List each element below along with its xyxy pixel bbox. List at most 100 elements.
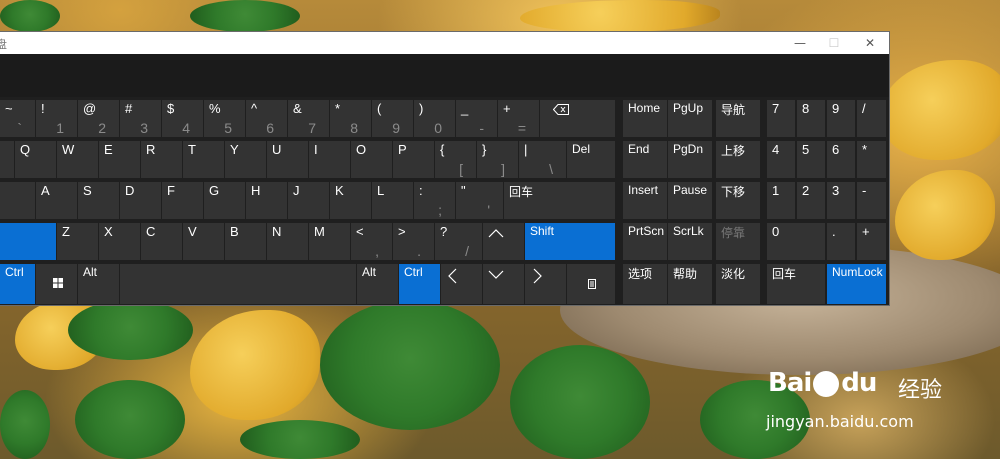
key-alt-left[interactable]: Alt <box>78 264 119 304</box>
key-z[interactable]: Z <box>57 223 98 260</box>
key-s[interactable]: S <box>78 182 119 219</box>
minimize-button[interactable]: — <box>784 32 816 54</box>
key-equals[interactable]: + = <box>498 100 539 137</box>
key-num-9[interactable]: 9 <box>827 100 855 137</box>
key-scrlk[interactable]: ScrLk <box>668 223 712 260</box>
key-arrow-right[interactable] <box>525 264 566 304</box>
key-o[interactable]: O <box>351 141 392 178</box>
key-t[interactable]: T <box>183 141 224 178</box>
key-tilde[interactable]: ~ ` <box>0 100 35 137</box>
key-a[interactable]: A <box>36 182 77 219</box>
key-nav[interactable]: 导航 <box>716 100 760 137</box>
key-0[interactable]: ) 0 <box>414 100 455 137</box>
key-options[interactable]: 选项 <box>623 264 667 304</box>
key-num-enter[interactable]: 回车 <box>767 264 825 304</box>
key-f[interactable]: F <box>162 182 203 219</box>
key-tab[interactable] <box>0 141 14 178</box>
key-d[interactable]: D <box>120 182 161 219</box>
key-comma[interactable]: <, <box>351 223 392 260</box>
key-numlock[interactable]: NumLock <box>827 264 886 304</box>
key-num-add[interactable]: + <box>857 223 886 260</box>
key-num-6[interactable]: 6 <box>827 141 855 178</box>
key-num-multiply[interactable]: * <box>857 141 886 178</box>
key-del[interactable]: Del <box>567 141 615 178</box>
key-num-8[interactable]: 8 <box>797 100 825 137</box>
key-caps[interactable] <box>0 182 35 219</box>
key-pause[interactable]: Pause <box>668 182 712 219</box>
key-ctrl-right[interactable]: Ctrl <box>399 264 440 304</box>
key-num-4[interactable]: 4 <box>767 141 795 178</box>
key-semicolon[interactable]: :; <box>414 182 455 219</box>
key-k[interactable]: K <box>330 182 371 219</box>
key-menu[interactable] <box>567 264 615 304</box>
key-slash[interactable]: ? / <box>435 223 482 260</box>
key-insert[interactable]: Insert <box>623 182 667 219</box>
key-arrow-down[interactable] <box>483 264 524 304</box>
key-5[interactable]: % 5 <box>204 100 245 137</box>
key-y[interactable]: Y <box>225 141 266 178</box>
key-num-3[interactable]: 3 <box>827 182 855 219</box>
key-r[interactable]: R <box>141 141 182 178</box>
key-6[interactable]: ^ 6 <box>246 100 287 137</box>
key-n[interactable]: N <box>267 223 308 260</box>
key-m[interactable]: M <box>309 223 350 260</box>
key-j[interactable]: J <box>288 182 329 219</box>
key-prtscn[interactable]: PrtScn <box>623 223 667 260</box>
key-num-0[interactable]: 0 <box>767 223 825 260</box>
key-c[interactable]: C <box>141 223 182 260</box>
key-move-up[interactable]: 上移 <box>716 141 760 178</box>
key-backslash[interactable]: | \ <box>519 141 566 178</box>
key-backspace[interactable] <box>540 100 615 137</box>
key-8[interactable]: * 8 <box>330 100 371 137</box>
key-minus[interactable]: _ - <box>456 100 497 137</box>
key-x[interactable]: X <box>99 223 140 260</box>
key-alt-right[interactable]: Alt <box>357 264 398 304</box>
key-space[interactable] <box>120 264 356 304</box>
key-p[interactable]: P <box>393 141 434 178</box>
key-shift-right[interactable]: Shift <box>525 223 615 260</box>
key-left-bracket[interactable]: {[ <box>435 141 476 178</box>
key-num-1[interactable]: 1 <box>767 182 795 219</box>
key-help[interactable]: 帮助 <box>668 264 712 304</box>
close-button[interactable]: ✕ <box>854 32 886 54</box>
key-w[interactable]: W <box>57 141 98 178</box>
key-period[interactable]: >. <box>393 223 434 260</box>
key-b[interactable]: B <box>225 223 266 260</box>
key-shift-left[interactable] <box>0 223 56 260</box>
key-arrow-up[interactable] <box>483 223 524 260</box>
key-windows[interactable] <box>36 264 77 304</box>
key-i[interactable]: I <box>309 141 350 178</box>
key-right-bracket[interactable]: }] <box>477 141 518 178</box>
key-e[interactable]: E <box>99 141 140 178</box>
key-pgup[interactable]: PgUp <box>668 100 712 137</box>
key-arrow-left[interactable] <box>441 264 482 304</box>
key-end[interactable]: End <box>623 141 667 178</box>
key-3[interactable]: #3 <box>120 100 161 137</box>
key-h[interactable]: H <box>246 182 287 219</box>
key-num-decimal[interactable]: . <box>827 223 855 260</box>
key-q[interactable]: Q <box>15 141 56 178</box>
key-num-subtract[interactable]: - <box>857 182 886 219</box>
key-2[interactable]: @2 <box>78 100 119 137</box>
key-fade[interactable]: 淡化 <box>716 264 760 304</box>
key-v[interactable]: V <box>183 223 224 260</box>
key-7[interactable]: & 7 <box>288 100 329 137</box>
key-4[interactable]: $4 <box>162 100 203 137</box>
key-g[interactable]: G <box>204 182 245 219</box>
key-quote[interactable]: " ' <box>456 182 503 219</box>
key-ctrl-left[interactable]: Ctrl <box>0 264 35 304</box>
key-9[interactable]: (9 <box>372 100 413 137</box>
maximize-button[interactable]: ☐ <box>818 32 850 54</box>
key-1[interactable]: ! 1 <box>36 100 77 137</box>
key-l[interactable]: L <box>372 182 413 219</box>
key-enter[interactable]: 回车 <box>504 182 615 219</box>
key-num-2[interactable]: 2 <box>797 182 825 219</box>
key-num-divide[interactable]: / <box>857 100 886 137</box>
key-home[interactable]: Home <box>623 100 667 137</box>
key-move-down[interactable]: 下移 <box>716 182 760 219</box>
key-dock[interactable]: 停靠 <box>716 223 760 260</box>
key-u[interactable]: U <box>267 141 308 178</box>
key-pgdn[interactable]: PgDn <box>668 141 712 178</box>
key-num-7[interactable]: 7 <box>767 100 795 137</box>
key-num-5[interactable]: 5 <box>797 141 825 178</box>
